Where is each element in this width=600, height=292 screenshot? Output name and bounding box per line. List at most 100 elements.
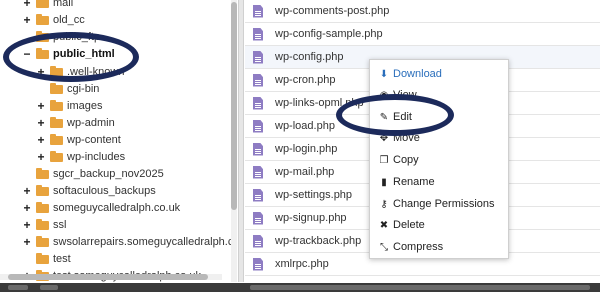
menu-item-rename[interactable]: ▮ Rename bbox=[378, 173, 435, 191]
tree-item-swsolarrepairs[interactable]: + swsolarrepairs.someguycalledralph.co bbox=[22, 233, 236, 251]
folder-icon bbox=[50, 133, 63, 145]
php-file-icon bbox=[253, 188, 263, 202]
tree-item-label: wp-includes bbox=[67, 151, 126, 163]
highlight-ellipse-edit bbox=[336, 94, 454, 136]
expand-icon[interactable]: + bbox=[36, 134, 46, 146]
tree-item-label: cgi-bin bbox=[67, 83, 100, 95]
php-file-icon bbox=[253, 119, 263, 133]
expand-icon[interactable]: + bbox=[22, 185, 32, 197]
file-list-horizontal-scrollbar[interactable] bbox=[250, 285, 590, 290]
file-name: wp-signup.php bbox=[275, 212, 347, 224]
file-icon: ▮ bbox=[381, 176, 387, 188]
tree-item-label: swsolarrepairs.someguycalledralph.co bbox=[53, 236, 236, 248]
php-file-icon bbox=[253, 257, 263, 271]
scrollbar-thumb[interactable] bbox=[8, 274, 208, 280]
file-name: wp-trackback.php bbox=[275, 235, 362, 247]
download-icon: ⬇ bbox=[379, 68, 389, 80]
tree-item-wp-admin[interactable]: + wp-admin bbox=[36, 114, 115, 132]
tree-item-label: softaculous_backups bbox=[53, 185, 156, 197]
file-row-wp-config-sample[interactable]: wp-config-sample.php bbox=[245, 23, 600, 46]
file-name: wp-config.php bbox=[275, 51, 344, 63]
panel-divider[interactable] bbox=[238, 0, 244, 282]
menu-item-label: Copy bbox=[393, 154, 419, 166]
expand-icon[interactable]: + bbox=[36, 117, 46, 129]
tree-item-label: old_cc bbox=[53, 14, 85, 26]
folder-icon bbox=[36, 252, 49, 264]
menu-item-label: Delete bbox=[393, 219, 425, 231]
file-name: wp-login.php bbox=[275, 143, 338, 155]
tree-item-images[interactable]: + images bbox=[36, 97, 102, 115]
expand-icon[interactable]: + bbox=[36, 100, 46, 112]
php-file-icon bbox=[253, 50, 263, 64]
tree-item-softaculous-backups[interactable]: + softaculous_backups bbox=[22, 182, 156, 200]
folder-icon bbox=[50, 99, 63, 111]
folder-icon bbox=[36, 167, 49, 179]
folder-icon bbox=[50, 82, 63, 94]
key-icon: ⚷ bbox=[380, 198, 388, 210]
folder-icon bbox=[36, 13, 49, 25]
tree-item-ssl[interactable]: + ssl bbox=[22, 216, 66, 234]
tree-vertical-scrollbar[interactable] bbox=[231, 0, 237, 282]
tree-item-label: wp-admin bbox=[67, 117, 115, 129]
menu-item-label: Rename bbox=[393, 176, 435, 188]
php-file-icon bbox=[253, 142, 263, 156]
file-name: wp-cron.php bbox=[275, 74, 336, 86]
expand-icon[interactable]: + bbox=[22, 14, 32, 26]
scrollbar-thumb[interactable] bbox=[231, 2, 237, 210]
folder-icon bbox=[36, 184, 49, 196]
bottom-bar-segment bbox=[8, 285, 28, 290]
tree-item-wp-content[interactable]: + wp-content bbox=[36, 131, 121, 149]
folder-icon bbox=[36, 218, 49, 230]
file-name: xmlrpc.php bbox=[275, 258, 329, 270]
folder-icon bbox=[36, 0, 49, 8]
menu-item-change-permissions[interactable]: ⚷ Change Permissions bbox=[378, 195, 495, 213]
bottom-bar-segment bbox=[40, 285, 58, 290]
tree-item-label: ssl bbox=[53, 219, 67, 231]
file-name: wp-load.php bbox=[275, 120, 335, 132]
tree-item-someguycalledralph[interactable]: + someguycalledralph.co.uk bbox=[22, 199, 180, 217]
expand-icon[interactable]: + bbox=[36, 151, 46, 163]
tree-item-label: wp-content bbox=[67, 134, 121, 146]
php-file-icon bbox=[253, 4, 263, 18]
expand-icon[interactable]: + bbox=[22, 202, 32, 214]
bottom-bar bbox=[0, 283, 600, 292]
tree-horizontal-scrollbar[interactable] bbox=[0, 274, 222, 280]
menu-item-delete[interactable]: ✖ Delete bbox=[378, 216, 425, 234]
tree-item-label: sgcr_backup_nov2025 bbox=[53, 168, 164, 180]
tree-item-label: mail bbox=[53, 0, 74, 9]
close-icon: ✖ bbox=[379, 219, 389, 231]
tree-item-wp-includes[interactable]: + wp-includes bbox=[36, 148, 125, 166]
file-row-wp-comments-post[interactable]: wp-comments-post.php bbox=[245, 0, 600, 23]
tree-item-label: test bbox=[53, 253, 71, 265]
highlight-ellipse-public-html bbox=[3, 32, 139, 82]
tree-item-cgi-bin[interactable]: + cgi-bin bbox=[36, 80, 99, 98]
expand-icon[interactable]: + bbox=[22, 236, 32, 248]
folder-icon bbox=[36, 235, 49, 247]
menu-item-download[interactable]: ⬇ Download bbox=[378, 65, 442, 83]
tree-item-test[interactable]: + test bbox=[22, 250, 71, 268]
tree-item-label: someguycalledralph.co.uk bbox=[53, 202, 181, 214]
php-file-icon bbox=[253, 27, 263, 41]
copy-icon: ❐ bbox=[379, 154, 389, 166]
tree-item-old-cc[interactable]: + old_cc bbox=[22, 11, 85, 29]
tree-item-sgcr-backup[interactable]: + sgcr_backup_nov2025 bbox=[22, 165, 164, 183]
menu-item-label: Compress bbox=[393, 241, 444, 253]
file-name: wp-mail.php bbox=[275, 166, 335, 178]
expand-icon[interactable]: + bbox=[22, 219, 32, 231]
tree-item-label: images bbox=[67, 100, 103, 112]
file-name: wp-settings.php bbox=[275, 189, 353, 201]
folder-icon bbox=[36, 201, 49, 213]
folder-icon bbox=[50, 150, 63, 162]
php-file-icon bbox=[253, 165, 263, 179]
php-file-icon bbox=[253, 73, 263, 87]
file-context-menu: ⬇ Download ◉ View ✎ Edit ✥ Move ❐ Copy ▮… bbox=[369, 59, 509, 259]
menu-item-copy[interactable]: ❐ Copy bbox=[378, 151, 419, 169]
php-file-icon bbox=[253, 96, 263, 110]
compress-icon: ⤡ bbox=[380, 241, 388, 253]
folder-icon bbox=[50, 116, 63, 128]
menu-item-compress[interactable]: ⤡ Compress bbox=[378, 238, 443, 256]
php-file-icon bbox=[253, 211, 263, 225]
menu-item-label: Download bbox=[393, 68, 442, 80]
menu-item-label: Change Permissions bbox=[393, 198, 495, 210]
expand-icon[interactable]: + bbox=[22, 0, 32, 9]
